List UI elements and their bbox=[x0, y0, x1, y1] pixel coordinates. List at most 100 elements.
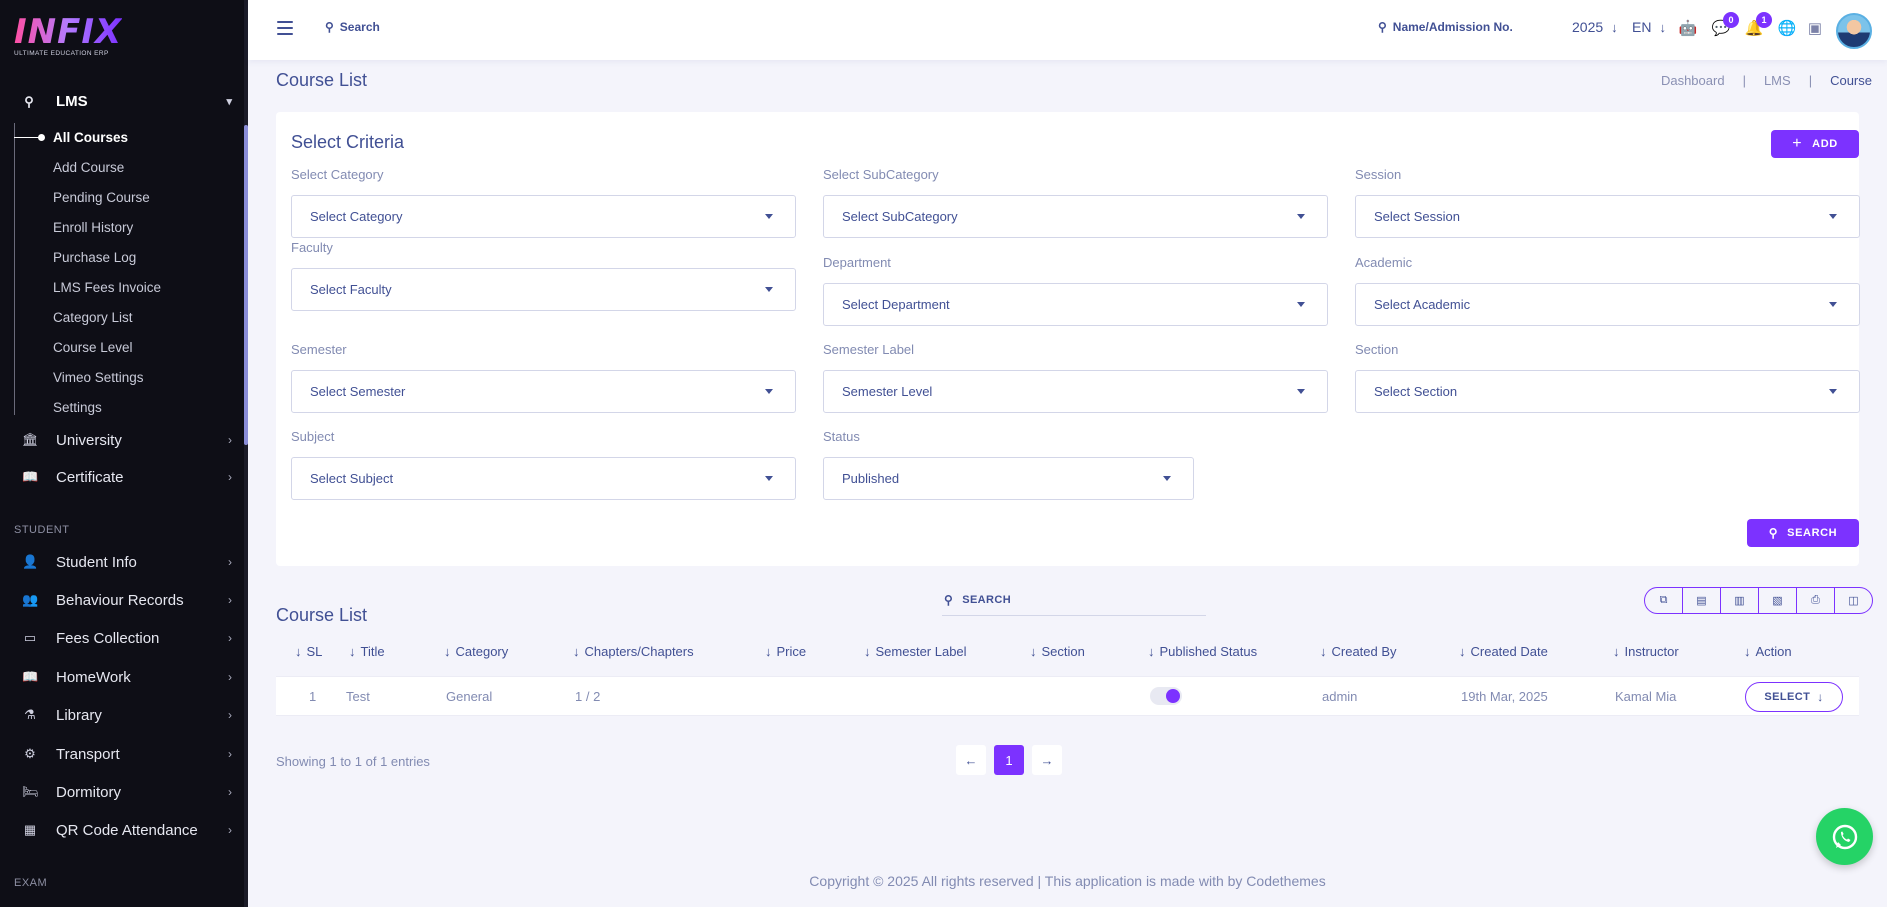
sidebar-item-label: Dormitory bbox=[56, 783, 122, 801]
column-header-category[interactable]: ↓ Category bbox=[444, 644, 508, 659]
breadcrumb-dashboard[interactable]: Dashboard bbox=[1661, 73, 1725, 88]
submenu-vimeo-settings[interactable]: Vimeo Settings bbox=[14, 363, 238, 393]
column-header-price[interactable]: ↓ Price bbox=[765, 644, 806, 659]
column-header-published-status[interactable]: ↓ Published Status bbox=[1148, 644, 1257, 659]
session-label: Session bbox=[1355, 167, 1402, 182]
transport-icon: ⚙ bbox=[24, 746, 36, 761]
page-title: Course List bbox=[276, 70, 368, 90]
breadcrumb-course: Course bbox=[1830, 73, 1872, 88]
table-export-toolbar: ⧉ ▤ ▥ ▧ ⎙ ◫ bbox=[1644, 587, 1873, 614]
subcategory-select[interactable]: Select SubCategory bbox=[823, 195, 1328, 238]
columns-icon[interactable]: ◫ bbox=[1835, 588, 1872, 613]
sidebar-item-qr-code-attendance[interactable]: ▦ QR Code Attendance › bbox=[22, 816, 232, 844]
sidebar-item-certificate[interactable]: 📖 Certificate › bbox=[22, 463, 232, 491]
section-label: Section bbox=[1355, 342, 1399, 357]
category-select[interactable]: Select Category bbox=[291, 195, 796, 238]
subject-select[interactable]: Select Subject bbox=[291, 457, 796, 500]
sidebar-item-lms[interactable]: ⚲ LMS ▾ bbox=[22, 88, 232, 114]
row-action-select-button[interactable]: SELECT ↓ bbox=[1745, 682, 1843, 712]
session-select[interactable]: Select Session bbox=[1355, 195, 1860, 238]
column-header-sl[interactable]: ↓ SL bbox=[295, 644, 322, 659]
table-search-placeholder: SEARCH bbox=[962, 593, 1012, 606]
sort-arrow-icon: ↓ bbox=[1613, 644, 1620, 659]
submenu-pending-course[interactable]: Pending Course bbox=[14, 183, 238, 213]
sidebar-item-dormitory[interactable]: 🛏 Dormitory › bbox=[22, 778, 232, 806]
column-header-action[interactable]: ↓ Action bbox=[1744, 644, 1792, 659]
add-course-button[interactable]: + ADD bbox=[1771, 130, 1859, 158]
excel-icon[interactable]: ▤ bbox=[1683, 588, 1721, 613]
copy-icon[interactable]: ⧉ bbox=[1645, 588, 1683, 613]
search-button[interactable]: ⚲ SEARCH bbox=[1747, 519, 1859, 547]
sidebar-scrollbar-thumb[interactable] bbox=[244, 125, 248, 445]
semester-label-select[interactable]: Semester Level bbox=[823, 370, 1328, 413]
cell-instructor: Kamal Mia bbox=[1615, 689, 1677, 704]
column-header-label: Action bbox=[1755, 644, 1792, 659]
sidebar-item-label: Student Info bbox=[56, 553, 137, 571]
sidebar-item-student-info[interactable]: 👤 Student Info › bbox=[22, 548, 232, 576]
print-icon[interactable]: ⎙ bbox=[1797, 588, 1835, 613]
chart-icon[interactable]: ▣ bbox=[1805, 19, 1825, 39]
column-header-chapters[interactable]: ↓ Chapters/Chapters bbox=[573, 644, 694, 659]
section-select[interactable]: Select Section bbox=[1355, 370, 1860, 413]
submenu-purchase-log[interactable]: Purchase Log bbox=[14, 243, 238, 273]
pagination-prev-button[interactable]: ← bbox=[956, 745, 986, 775]
column-header-semester-label[interactable]: ↓ Semester Label bbox=[864, 644, 967, 659]
caret-down-icon bbox=[1297, 389, 1305, 394]
sidebar-item-fees-collection[interactable]: ▭ Fees Collection › bbox=[22, 624, 232, 652]
sort-arrow-icon: ↓ bbox=[349, 644, 356, 659]
submenu-category-list[interactable]: Category List bbox=[14, 303, 238, 333]
semester-select[interactable]: Select Semester bbox=[291, 370, 796, 413]
department-select[interactable]: Select Department bbox=[823, 283, 1328, 326]
infix-logo[interactable]: INFIX ULTIMATE EDUCATION ERP bbox=[14, 14, 122, 57]
sidebar-item-library[interactable]: ⚗ Library › bbox=[22, 701, 232, 729]
faculty-select[interactable]: Select Faculty bbox=[291, 268, 796, 311]
published-status-toggle[interactable] bbox=[1150, 687, 1182, 705]
bell-icon[interactable]: 🔔 1 bbox=[1744, 12, 1772, 39]
admission-search[interactable]: ⚲ Name/Admission No. bbox=[1378, 20, 1513, 34]
fees-icon: ▭ bbox=[23, 630, 37, 645]
chevron-right-icon: › bbox=[228, 785, 232, 799]
lms-icon: ⚲ bbox=[24, 94, 34, 109]
caret-down-icon bbox=[765, 287, 773, 292]
column-header-label: Created Date bbox=[1470, 644, 1548, 659]
pagination-page-1[interactable]: 1 bbox=[994, 745, 1024, 775]
chat-icon[interactable]: 💬 0 bbox=[1711, 12, 1739, 39]
submenu-all-courses[interactable]: All Courses bbox=[14, 123, 238, 153]
status-select[interactable]: Published bbox=[823, 457, 1194, 500]
user-avatar[interactable] bbox=[1836, 13, 1872, 49]
menu-toggle-icon[interactable] bbox=[277, 21, 293, 35]
global-search[interactable]: ⚲ Search bbox=[325, 20, 380, 34]
pagination-next-button[interactable]: → bbox=[1032, 745, 1062, 775]
year-selector[interactable]: 2025 ↓ bbox=[1572, 19, 1618, 35]
whatsapp-chat-button[interactable] bbox=[1816, 808, 1873, 865]
robot-icon[interactable]: 🤖 bbox=[1678, 19, 1698, 39]
column-header-created-by[interactable]: ↓ Created By bbox=[1320, 644, 1397, 659]
language-selector[interactable]: EN ↓ bbox=[1632, 19, 1666, 35]
pdf-icon[interactable]: ▧ bbox=[1759, 588, 1797, 613]
submenu-settings[interactable]: Settings bbox=[14, 393, 238, 423]
sidebar-item-behaviour-records[interactable]: 👥 Behaviour Records › bbox=[22, 586, 232, 614]
cell-created-by: admin bbox=[1322, 689, 1358, 704]
submenu-add-course[interactable]: Add Course bbox=[14, 153, 238, 183]
breadcrumb-lms[interactable]: LMS bbox=[1764, 73, 1791, 88]
column-header-label: Title bbox=[360, 644, 385, 659]
table-search-input[interactable]: ⚲ SEARCH bbox=[942, 584, 1206, 616]
sort-arrow-icon: ↓ bbox=[444, 644, 451, 659]
column-header-title[interactable]: ↓ Title bbox=[349, 644, 385, 659]
column-header-label: Semester Label bbox=[875, 644, 967, 659]
search-icon: ⚲ bbox=[325, 20, 334, 34]
academic-select[interactable]: Select Academic bbox=[1355, 283, 1860, 326]
globe-icon[interactable]: 🌐 bbox=[1777, 19, 1797, 39]
column-header-instructor[interactable]: ↓ Instructor bbox=[1613, 644, 1679, 659]
submenu-enroll-history[interactable]: Enroll History bbox=[14, 213, 238, 243]
sidebar-item-transport[interactable]: ⚙ Transport › bbox=[22, 740, 232, 768]
sidebar-item-university[interactable]: 🏛 University › bbox=[22, 426, 232, 454]
faculty-label: Faculty bbox=[291, 240, 333, 255]
column-header-created-date[interactable]: ↓ Created Date bbox=[1459, 644, 1548, 659]
sidebar-item-homework[interactable]: 📖 HomeWork › bbox=[22, 663, 232, 691]
sort-arrow-icon: ↓ bbox=[573, 644, 580, 659]
column-header-section[interactable]: ↓ Section bbox=[1030, 644, 1085, 659]
submenu-course-level[interactable]: Course Level bbox=[14, 333, 238, 363]
csv-icon[interactable]: ▥ bbox=[1721, 588, 1759, 613]
submenu-lms-fees-invoice[interactable]: LMS Fees Invoice bbox=[14, 273, 238, 303]
